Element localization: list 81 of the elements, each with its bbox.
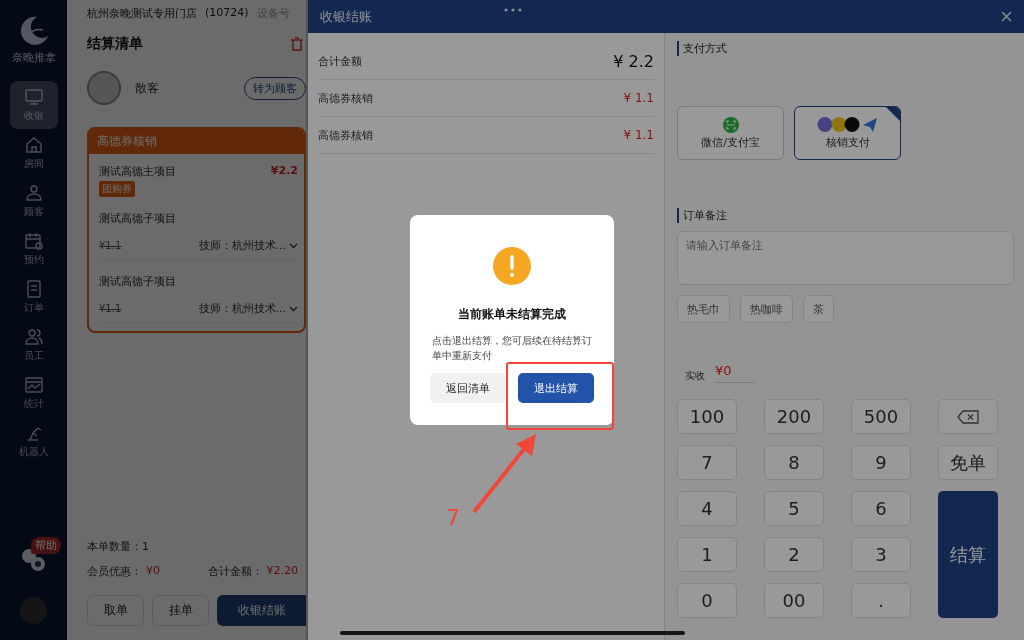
store-name: 杭州奈晚测试专用门店 [87, 6, 197, 21]
customer-avatar [87, 71, 121, 105]
summary-amount: ¥ 1.1 [623, 128, 654, 142]
keypad-key[interactable]: 0 [677, 583, 737, 618]
sub-item-name: 测试高德子项目 [99, 211, 177, 226]
store-code: (10724) [205, 6, 249, 21]
keypad-key[interactable]: 6 [851, 491, 911, 526]
order-button[interactable]: 取单 [87, 595, 144, 626]
received-label: 实收 [685, 369, 705, 383]
close-icon[interactable] [1001, 11, 1012, 22]
section-title: 支付方式 [677, 41, 1014, 56]
chevron-down-icon[interactable] [289, 305, 298, 312]
order-note-field[interactable]: 请输入订单备注 [677, 231, 1014, 285]
note-chip[interactable]: 热咖啡 [740, 295, 793, 323]
payment-option[interactable]: 核销支付 [794, 106, 901, 160]
annotation-number: 7 [446, 505, 460, 530]
keypad-key[interactable]: 500 [851, 399, 911, 434]
keypad-key[interactable]: 免单 [938, 445, 998, 480]
settle-button[interactable]: 结算 [938, 491, 998, 618]
platform-logos-icon [816, 116, 879, 133]
summary-label: 高德券核销 [318, 90, 373, 106]
panel-title: 结算清单 [87, 35, 143, 53]
checkout-button[interactable]: 收银结账 [217, 595, 306, 626]
technician-select[interactable]: 技师：杭州技术... [198, 238, 286, 253]
chevron-down-icon[interactable] [289, 242, 298, 249]
total-value: ¥2.20 [266, 564, 298, 579]
customer-name: 散客 [135, 79, 160, 97]
backspace-key[interactable] [938, 399, 998, 434]
keypad-key[interactable]: 3 [851, 537, 911, 572]
keypad-key[interactable]: 2 [764, 537, 824, 572]
item-price: ¥2.2 [270, 164, 298, 179]
monitor-icon [23, 87, 44, 107]
keypad-key[interactable]: 00 [764, 583, 824, 618]
order-button[interactable]: 挂单 [152, 595, 209, 626]
keypad-key[interactable]: . [851, 583, 911, 618]
keypad-key[interactable]: 100 [677, 399, 737, 434]
keypad-key[interactable]: 9 [851, 445, 911, 480]
discount-value: ¥0 [146, 564, 160, 579]
note-chip[interactable]: 茶 [803, 295, 834, 323]
total-label: 合计金额： [207, 564, 263, 579]
dialog-message: 点击退出结算，您可后续在待结算订单中重新支付 [432, 334, 592, 363]
original-price: ¥1.1 [99, 303, 122, 314]
dialog-title: 当前账单未结算完成 [458, 306, 566, 323]
summary-label: 高德券核销 [318, 127, 373, 143]
help-badge[interactable]: 帮助 [30, 537, 61, 554]
item-name: 测试高德主项目 [99, 164, 176, 179]
keypad-key[interactable]: 8 [764, 445, 824, 480]
item-count: 本单数量：1 [87, 539, 150, 554]
discount-label: 会员优惠： [87, 564, 142, 579]
summary-amount: ¥ 1.1 [623, 91, 654, 105]
received-amount-field[interactable]: ¥0 [715, 363, 755, 383]
back-to-list-button[interactable]: 返回清单 [430, 373, 506, 403]
keypad-key[interactable]: 7 [677, 445, 737, 480]
home-icon [23, 135, 44, 155]
section-title: 订单备注 [677, 208, 1014, 223]
person-icon [23, 183, 44, 203]
group-title: 高德券核销 [89, 129, 304, 154]
backspace-icon [957, 409, 979, 424]
keypad-key[interactable]: 5 [764, 491, 824, 526]
calendar-icon [23, 231, 44, 251]
summary-label: 合计金额 [318, 53, 362, 69]
warning-icon [492, 246, 532, 286]
drawer-title: 收银结账 [320, 7, 372, 26]
keypad-key[interactable]: 1 [677, 537, 737, 572]
scan-icon [722, 116, 739, 133]
keypad-key[interactable]: 200 [764, 399, 824, 434]
more-icon[interactable] [504, 8, 522, 12]
exit-checkout-button[interactable]: 退出结算 [518, 373, 594, 403]
note-chip[interactable]: 热毛巾 [677, 295, 730, 323]
summary-amount: ¥ 2.2 [613, 51, 654, 71]
convert-customer-button[interactable]: 转为顾客 [244, 76, 306, 100]
people-icon [23, 327, 44, 347]
item-tag: 团购券 [99, 181, 135, 197]
keypad-key[interactable]: 4 [677, 491, 737, 526]
payment-option[interactable]: 微信/支付宝 [677, 106, 784, 160]
trash-icon[interactable] [290, 37, 304, 51]
sub-item-name: 测试高德子项目 [99, 274, 177, 289]
technician-select[interactable]: 技师：杭州技术... [198, 301, 286, 316]
logo-text: 奈晚推拿 [11, 50, 56, 65]
original-price: ¥1.1 [99, 240, 122, 251]
chart-icon [23, 375, 44, 395]
